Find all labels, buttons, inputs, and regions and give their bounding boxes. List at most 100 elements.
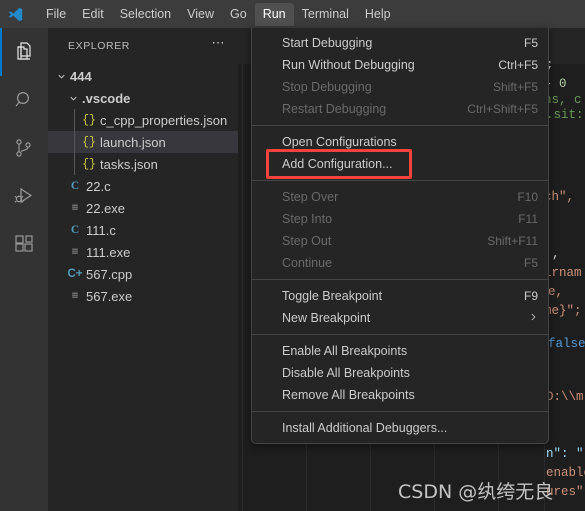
menu-item-label: Stop Debugging: [282, 80, 372, 94]
search-icon: [12, 88, 36, 112]
menu-item-start-debugging[interactable]: Start Debugging F5: [252, 32, 548, 54]
menu-item-label: Start Debugging: [282, 36, 373, 50]
tree-item-label: .vscode: [82, 90, 131, 106]
tree-item-label: 22.exe: [86, 200, 126, 216]
menu-item-new-breakpoint[interactable]: New Breakpoint: [252, 307, 548, 329]
menu-item-shortcut: Shift+F5: [492, 80, 538, 94]
source-control-icon: [12, 136, 36, 160]
tree-file[interactable]: ≡ 111.exe: [48, 241, 238, 263]
vscode-logo-icon: [0, 0, 30, 28]
menu-item-label: Remove All Breakpoints: [282, 388, 415, 402]
activity-item-search[interactable]: [0, 76, 48, 124]
menu-item-remove-all-breakpoints[interactable]: Remove All Breakpoints: [252, 384, 548, 406]
editor-guide-line: [242, 63, 243, 511]
menubar-item-selection[interactable]: Selection: [112, 3, 179, 26]
menu-item-shortcut: F5: [523, 256, 538, 270]
activity-bar[interactable]: [0, 28, 48, 511]
menu-item-step-over: Step Over F10: [252, 186, 548, 208]
c-file-icon: C: [70, 224, 80, 236]
menubar-item-go[interactable]: Go: [222, 3, 255, 26]
tree-file[interactable]: C+ 567.cpp: [48, 263, 238, 285]
tree-file[interactable]: {} launch.json: [48, 131, 238, 153]
chevron-down-icon[interactable]: [54, 65, 68, 87]
menu-separator: [252, 411, 548, 412]
menubar-item-terminal[interactable]: Terminal: [294, 3, 357, 26]
run-menu-dropdown[interactable]: Start Debugging F5 Run Without Debugging Ct…: [251, 28, 549, 444]
code-fragment: irnam: [544, 266, 582, 280]
tree-item-label: 567.exe: [86, 288, 133, 304]
menu-item-label: Disable All Breakpoints: [282, 366, 410, 380]
menu-item-enable-all-breakpoints[interactable]: Enable All Breakpoints: [252, 340, 548, 362]
code-fragment: e,: [548, 285, 564, 299]
extensions-icon: [12, 232, 36, 256]
menu-item-label: Add Configuration...: [282, 157, 393, 171]
menu-bar[interactable]: File Edit Selection View Go Run Terminal Help: [38, 0, 399, 28]
menu-item-label: Step Into: [282, 212, 333, 226]
menu-item-shortcut: Ctrl+F5: [498, 58, 538, 72]
tree-indent-guide: [74, 153, 75, 175]
menu-item-install-additional-debuggers[interactable]: Install Additional Debuggers...: [252, 417, 548, 439]
menu-item-stop-debugging: Stop Debugging Shift+F5: [252, 76, 548, 98]
menu-item-toggle-breakpoint[interactable]: Toggle Breakpoint F9: [252, 285, 548, 307]
chevron-down-icon[interactable]: [66, 87, 80, 109]
json-file-icon: {}: [82, 157, 96, 171]
menu-item-shortcut: F10: [517, 190, 538, 204]
activity-item-source-control[interactable]: [0, 124, 48, 172]
tree-file[interactable]: C 111.c: [48, 219, 238, 241]
menubar-item-help[interactable]: Help: [357, 3, 399, 26]
run-and-debug-icon: [12, 184, 36, 208]
binary-file-icon: ≡: [71, 202, 79, 214]
code-fragment: n": ": [546, 447, 584, 461]
menu-item-open-configurations[interactable]: Open Configurations: [252, 131, 548, 153]
tree-file[interactable]: ≡ 22.exe: [48, 197, 238, 219]
menu-item-shortcut: Ctrl+Shift+F5: [467, 102, 538, 116]
tree-file[interactable]: ≡ 567.exe: [48, 285, 238, 307]
json-file-icon: {}: [82, 135, 96, 149]
menu-item-shortcut: Shift+F11: [487, 234, 538, 248]
file-tree[interactable]: 444 .vscode {} c_cpp_properties.json {} launc…: [48, 63, 238, 307]
tree-item-label: launch.json: [100, 134, 166, 150]
json-file-icon: {}: [82, 113, 96, 127]
activity-item-explorer[interactable]: [0, 28, 48, 76]
menu-item-disable-all-breakpoints[interactable]: Disable All Breakpoints: [252, 362, 548, 384]
menubar-item-file[interactable]: File: [38, 3, 74, 26]
activity-item-extensions[interactable]: [0, 220, 48, 268]
binary-file-icon: ≡: [71, 290, 79, 302]
binary-file-icon: ≡: [71, 246, 79, 258]
menu-item-step-into: Step Into F11: [252, 208, 548, 230]
watermark: CSDN @纨绔无良: [398, 481, 554, 503]
tree-item-label: 567.cpp: [86, 266, 133, 282]
menu-item-add-configuration[interactable]: Add Configuration...: [252, 153, 548, 175]
tree-folder[interactable]: .vscode: [48, 87, 238, 109]
c-file-icon: C: [70, 180, 80, 192]
menu-item-label: Continue: [282, 256, 333, 270]
tree-item-label: 444: [70, 68, 92, 84]
explorer-header: EXPLORER ⋯: [48, 28, 238, 63]
activity-item-run-and-debug[interactable]: [0, 172, 48, 220]
menu-item-continue: Continue F5: [252, 252, 548, 274]
tree-folder[interactable]: 444: [48, 65, 238, 87]
vscode-window: ;} 0 ns, c .sit: ch",, irnam e, me}"; false D:\\…: [0, 0, 585, 511]
menubar-item-edit[interactable]: Edit: [74, 3, 112, 26]
title-bar: File Edit Selection View Go Run Terminal Help: [0, 0, 585, 28]
menubar-item-run[interactable]: Run: [254, 2, 294, 26]
menu-item-restart-debugging: Restart Debugging Ctrl+Shift+F5: [252, 98, 548, 120]
tree-file[interactable]: {} tasks.json: [48, 153, 238, 175]
code-fragment: ns, c: [544, 93, 582, 107]
menu-item-label: Step Out: [282, 234, 332, 248]
tree-indent-guide: [74, 131, 75, 153]
tree-file[interactable]: {} c_cpp_properties.json: [48, 109, 238, 131]
explorer-title: EXPLORER: [68, 39, 130, 52]
menu-item-label: Run Without Debugging: [282, 58, 415, 72]
menu-item-label: Toggle Breakpoint: [282, 289, 383, 303]
explorer-sidebar[interactable]: EXPLORER ⋯ 444 .vscode {} c_cpp_properties.…: [48, 28, 238, 511]
menu-separator: [252, 279, 548, 280]
menu-item-shortcut: F11: [518, 212, 538, 226]
tree-file[interactable]: C 22.c: [48, 175, 238, 197]
menu-item-run-without-debugging[interactable]: Run Without Debugging Ctrl+F5: [252, 54, 548, 76]
menu-item-label: Open Configurations: [282, 135, 397, 149]
ellipsis-icon[interactable]: ⋯: [212, 36, 227, 54]
files-icon: [12, 40, 36, 64]
menu-item-step-out: Step Out Shift+F11: [252, 230, 548, 252]
menubar-item-view[interactable]: View: [179, 3, 222, 26]
